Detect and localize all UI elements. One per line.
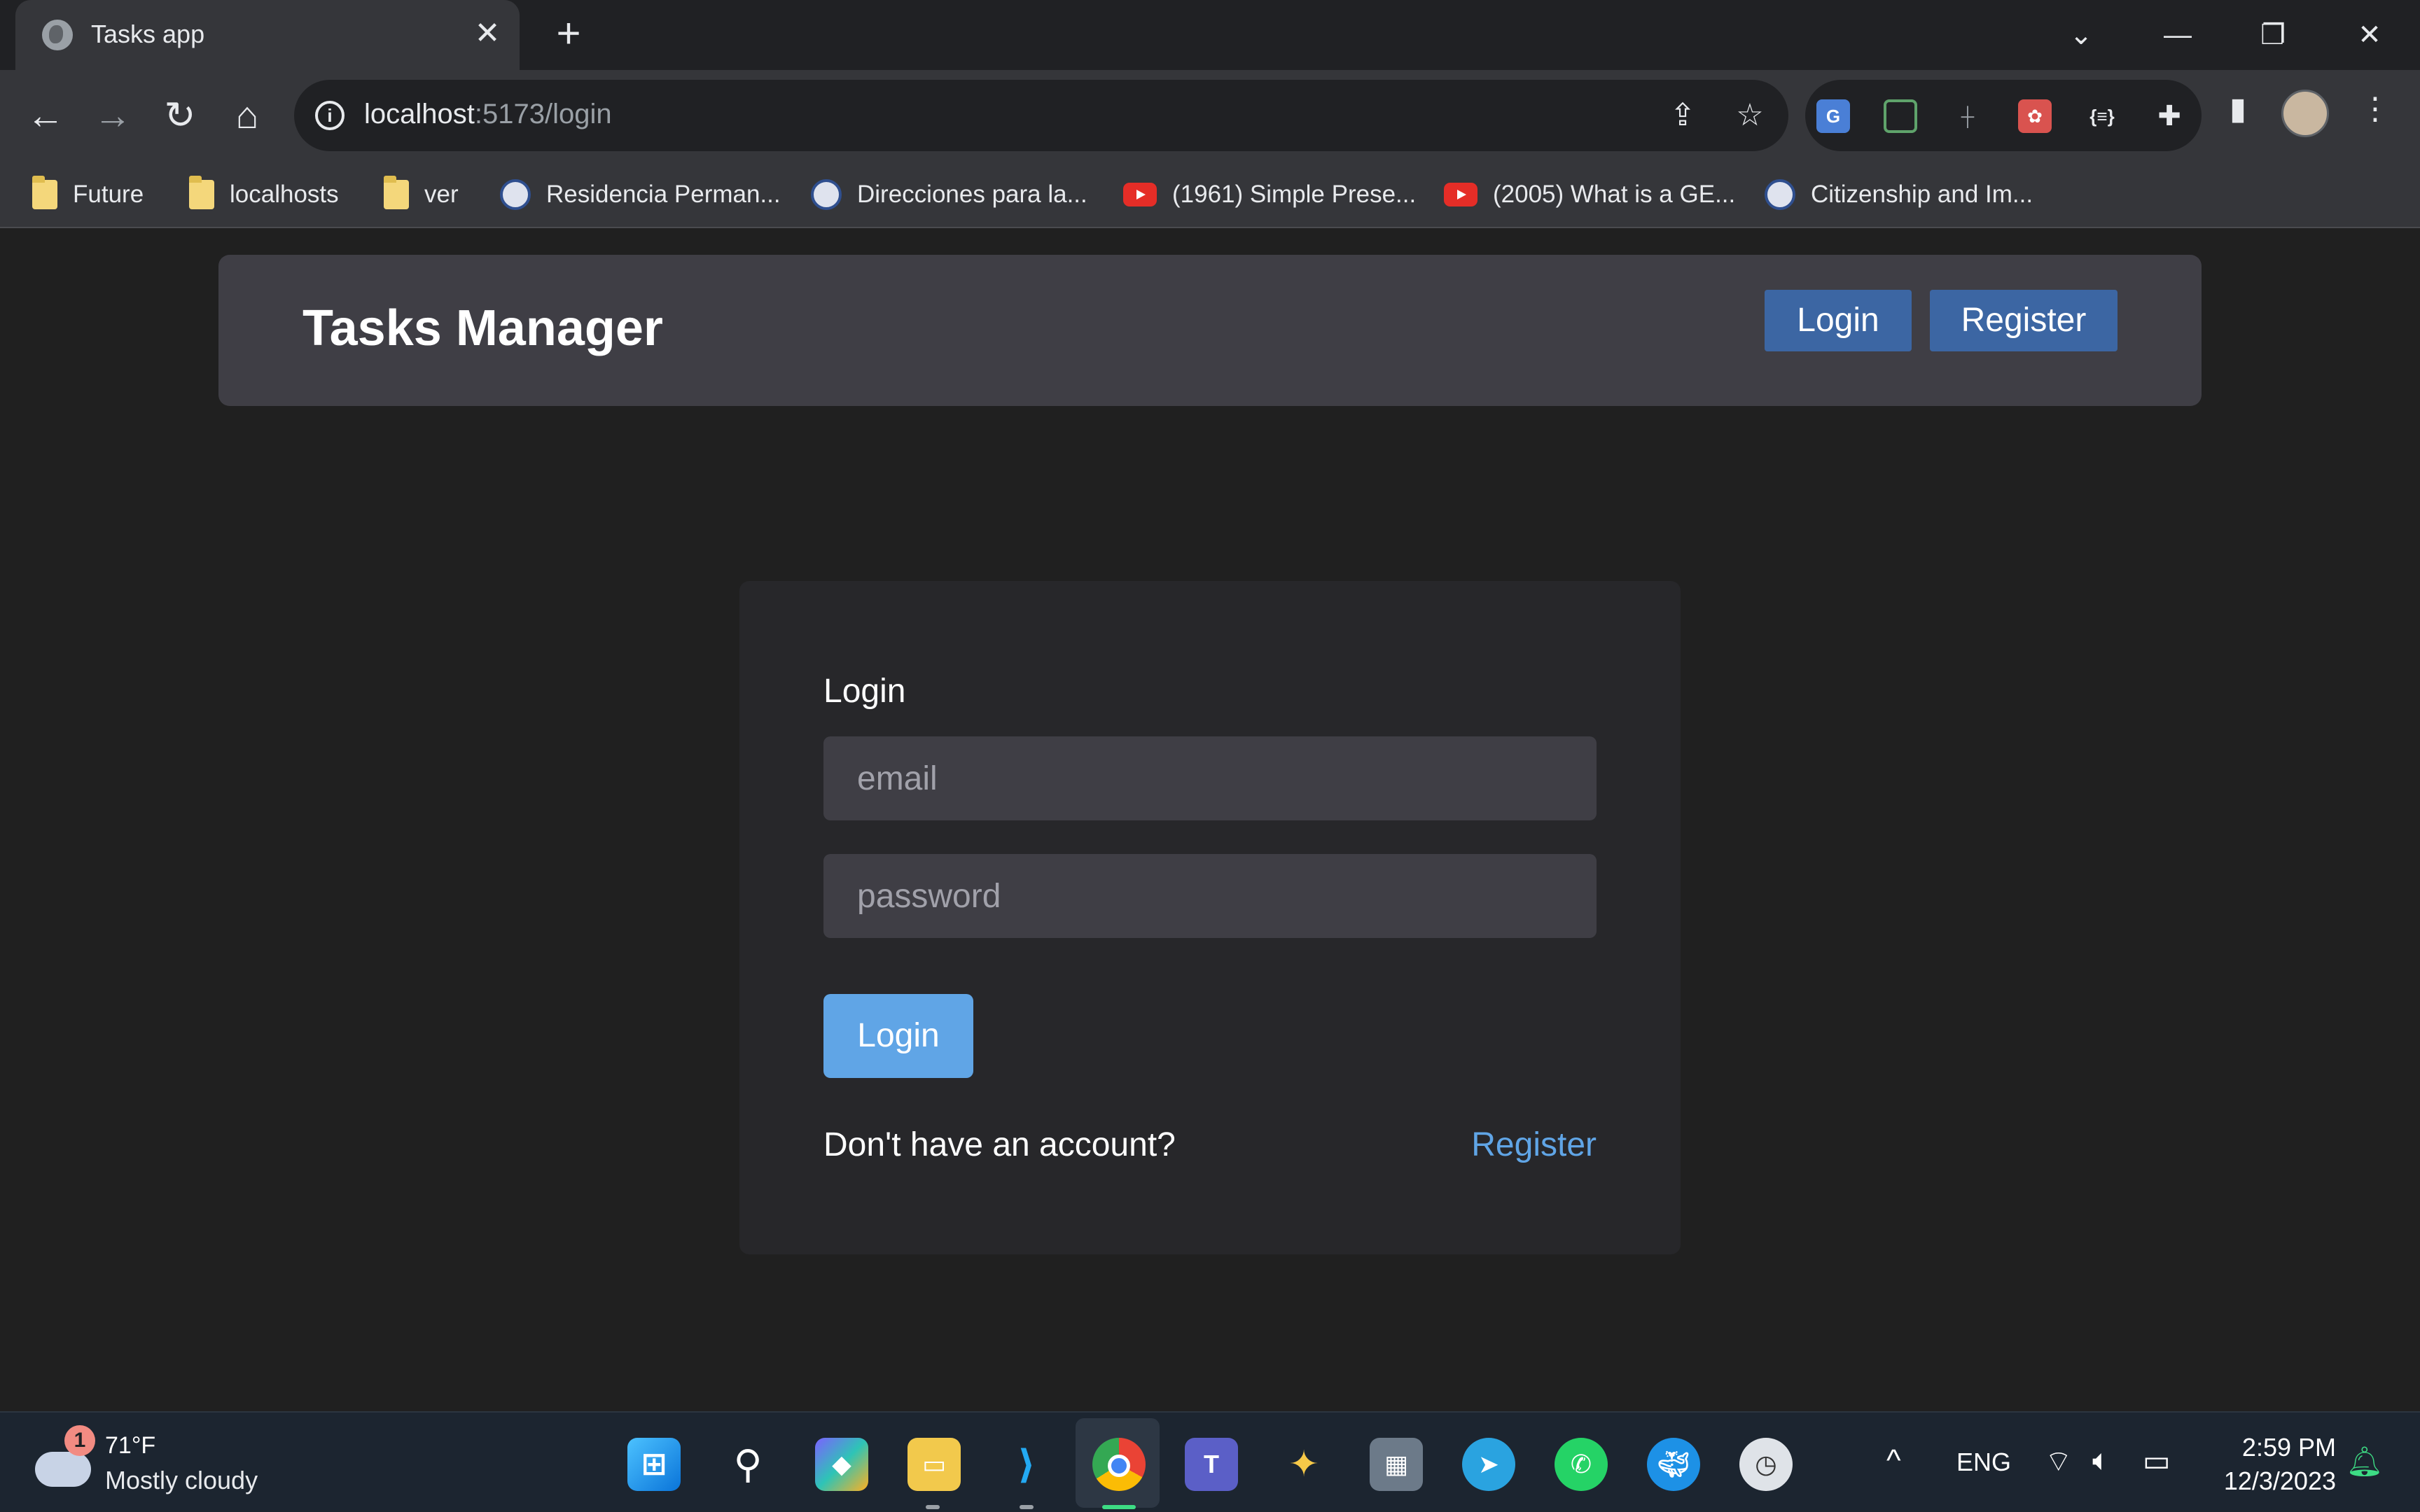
telegram-icon[interactable]: ➤ [1462,1438,1515,1491]
show-hidden-icons-chevron-icon[interactable]: ^ [1886,1443,1901,1478]
volume-icon[interactable]: 🔈︎ [2092,1443,2110,1478]
email-input[interactable] [823,736,1597,820]
folder-icon [189,176,214,209]
nav-login-button[interactable]: Login [1765,290,1912,351]
vscode-icon[interactable]: ⟩ [1000,1438,1053,1491]
docker-icon[interactable]: 🐳︎ [1647,1438,1700,1491]
close-window-button[interactable]: ✕ [2347,13,2392,57]
windows-start-icon[interactable]: ⊞ [627,1438,681,1491]
restore-window-button[interactable]: ❐ [2251,13,2295,57]
back-arrow-icon[interactable]: ← [21,91,70,140]
running-indicator [1020,1505,1034,1509]
bookmark-item[interactable]: ver [384,176,459,213]
new-tab-button[interactable]: + [546,11,591,56]
profile-avatar[interactable] [2281,90,2329,137]
youtube-icon [1123,183,1157,206]
no-account-prompt: Don't have an account? [823,1126,1176,1163]
bookmark-item[interactable]: (1961) Simple Prese... [1123,176,1416,213]
notification-bell-icon[interactable]: 🔔︎ [2346,1445,2383,1479]
teams-icon[interactable]: T [1185,1438,1238,1491]
seal-icon [1765,179,1795,210]
extensions-puzzle-icon[interactable]: ✚ [2153,99,2186,133]
weather-badge: 1 [64,1425,95,1456]
tab-title: Tasks app [91,20,205,48]
battery-icon[interactable]: ▭ [2143,1443,2171,1478]
search-icon[interactable]: ⚲ [721,1438,774,1491]
bookmarks-bar: Future localhosts ver Residencia Perman.… [0,161,2420,228]
address-bar[interactable]: i localhost:5173/login ⇪ ☆ [294,80,1788,151]
whatsapp-icon[interactable]: ✆ [1555,1438,1608,1491]
weather-condition: Mostly cloudy [105,1466,258,1494]
password-input[interactable] [823,854,1597,938]
share-icon[interactable]: ⇪ [1662,95,1703,136]
browser-toolbar: ← → ↻ ⌂ i localhost:5173/login ⇪ ☆ G ┼ ✿… [0,70,2420,161]
bookmark-item[interactable]: Citizenship and Im... [1765,176,2033,213]
clock-date: 12/3/2023 [2223,1466,2336,1495]
seal-icon [500,179,531,210]
globe-icon [42,20,73,50]
browser-menu-icon[interactable]: ⋮ [2356,90,2395,129]
extensions-bar: G ┼ ✿ {≡} ✚ [1805,80,2202,151]
youtube-icon [1444,183,1477,206]
running-indicator [926,1505,940,1509]
bookmark-item[interactable]: Direcciones para la... [811,176,1087,213]
ruler-extension-icon[interactable]: ┼ [1951,99,1984,133]
close-tab-icon[interactable]: ✕ [469,15,506,52]
clock-time: 2:59 PM [2241,1433,2336,1462]
copilot-preview-icon[interactable]: ◆ [815,1438,868,1491]
nav-register-button[interactable]: Register [1930,290,2118,351]
bookmark-item[interactable]: (2005) What is a GE... [1444,176,1735,213]
minimize-window-button[interactable]: — [2155,13,2200,57]
register-link[interactable]: Register [1471,1126,1597,1164]
side-panel-icon[interactable]: ▮ [2218,90,2258,129]
active-indicator [1102,1505,1136,1509]
browser-tabstrip: Tasks app ✕ + ⌄ — ❐ ✕ [0,0,2420,70]
login-card: Login Login Don't have an account? Regis… [739,581,1681,1254]
bookmark-item[interactable]: Future [32,176,144,213]
app-navbar: Tasks Manager Login Register [218,255,2202,406]
browser-tab[interactable]: Tasks app ✕ [15,0,520,70]
json-extension-icon[interactable]: {≡} [2085,99,2119,133]
url-text[interactable]: localhost:5173/login [364,99,612,130]
file-explorer-icon[interactable]: ▭ [908,1438,961,1491]
bookmark-item[interactable]: localhosts [189,176,339,213]
wifi-icon[interactable]: ⌔ [2045,1443,2072,1480]
calculator-icon[interactable]: ▦ [1370,1438,1423,1491]
clock-app-icon[interactable]: ◷ [1739,1438,1793,1491]
tab-search-chevron-icon[interactable]: ⌄ [2059,13,2103,57]
bookmark-item[interactable]: Residencia Perman... [500,176,781,213]
login-submit-button[interactable]: Login [823,994,973,1078]
language-indicator[interactable]: ENG [1956,1448,2011,1477]
weather-temperature: 71°F [105,1432,156,1459]
chrome-icon[interactable] [1092,1438,1146,1491]
seal-icon [811,179,842,210]
system-clock[interactable]: 2:59 PM 12/3/2023 [2213,1431,2336,1498]
app-brand[interactable]: Tasks Manager [302,300,663,357]
forward-arrow-icon[interactable]: → [88,91,137,140]
windows-taskbar: 1 71°F Mostly cloudy ⊞ ⚲ ◆ ▭ ⟩ T ✦ ▦ ➤ ✆… [0,1411,2420,1512]
paw-extension-icon[interactable]: ✿ [2018,99,2052,133]
folder-icon [384,176,409,209]
site-info-icon[interactable]: i [315,101,345,130]
screen-capture-extension-icon[interactable] [1884,99,1917,133]
page-content: Tasks Manager Login Register Login Login… [0,228,2420,1411]
login-form-title: Login [823,673,906,710]
reload-icon[interactable]: ↻ [155,91,204,140]
cloud-icon [35,1452,91,1487]
home-icon[interactable]: ⌂ [223,91,272,140]
folder-icon [32,176,57,209]
bookmark-star-icon[interactable]: ☆ [1730,95,1770,136]
dev-tool-icon[interactable]: ✦ [1277,1438,1330,1491]
google-translate-extension-icon[interactable]: G [1816,99,1850,133]
